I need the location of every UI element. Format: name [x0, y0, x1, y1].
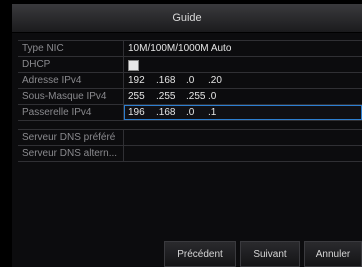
row-preferred-dns: Serveur DNS préféré	[18, 130, 362, 146]
preferred-dns-label: Serveur DNS préféré	[18, 130, 124, 145]
row-ipv4-address: Adresse IPv4 192 .168 .0 .20	[18, 73, 362, 89]
alternate-dns-field[interactable]	[124, 146, 362, 161]
window-title: Guide	[12, 4, 362, 33]
previous-button[interactable]: Précédent	[164, 241, 236, 267]
subnet-mask-octet-1[interactable]: 255	[128, 89, 145, 104]
ipv4-address-label: Adresse IPv4	[18, 73, 124, 88]
dhcp-checkbox[interactable]	[128, 60, 139, 71]
nic-type-label: Type NIC	[18, 41, 124, 56]
subnet-mask-octet-2[interactable]: .255	[156, 89, 175, 104]
ipv4-address-field[interactable]: 192 .168 .0 .20	[124, 73, 362, 88]
subnet-mask-octet-4[interactable]: .0	[208, 89, 216, 104]
ipv4-address-octet-3[interactable]: .0	[186, 73, 194, 88]
gateway-octet-4[interactable]: .1	[208, 105, 216, 120]
gateway-octet-3[interactable]: .0	[186, 105, 194, 120]
subnet-mask-label: Sous-Masque IPv4	[18, 89, 124, 104]
ipv4-address-octet-1[interactable]: 192	[128, 73, 145, 88]
row-subnet-mask: Sous-Masque IPv4 255 .255 .255 .0	[18, 89, 362, 105]
gateway-octet-1[interactable]: 196	[128, 105, 145, 120]
gateway-octet-2[interactable]: .168	[156, 105, 175, 120]
cancel-button[interactable]: Annuler	[304, 241, 362, 267]
alternate-dns-label: Serveur DNS altern...	[18, 146, 124, 161]
row-gateway: Passerelle IPv4 196 .168 .0 .1	[18, 105, 362, 121]
gateway-label: Passerelle IPv4	[18, 105, 124, 120]
section-divider	[18, 121, 362, 130]
row-alternate-dns: Serveur DNS altern...	[18, 146, 362, 162]
ipv4-address-octet-2[interactable]: .168	[156, 73, 175, 88]
nic-type-select[interactable]: 10M/100M/1000M Auto	[124, 41, 362, 56]
ipv4-address-octet-4[interactable]: .20	[208, 73, 222, 88]
row-dhcp: DHCP	[18, 57, 362, 73]
wizard-buttons: Précédent Suivant Annuler	[164, 241, 362, 267]
gateway-field[interactable]: 196 .168 .0 .1	[124, 105, 362, 120]
network-form: Type NIC 10M/100M/1000M Auto DHCP Adress…	[18, 40, 362, 162]
dhcp-label: DHCP	[18, 57, 124, 72]
subnet-mask-octet-3[interactable]: .255	[186, 89, 205, 104]
row-nic-type: Type NIC 10M/100M/1000M Auto	[18, 41, 362, 57]
next-button[interactable]: Suivant	[240, 241, 300, 267]
nic-type-value: 10M/100M/1000M Auto	[128, 43, 232, 54]
subnet-mask-field[interactable]: 255 .255 .255 .0	[124, 89, 362, 104]
preferred-dns-field[interactable]	[124, 130, 362, 145]
guide-window: Guide Type NIC 10M/100M/1000M Auto DHCP …	[12, 4, 362, 267]
